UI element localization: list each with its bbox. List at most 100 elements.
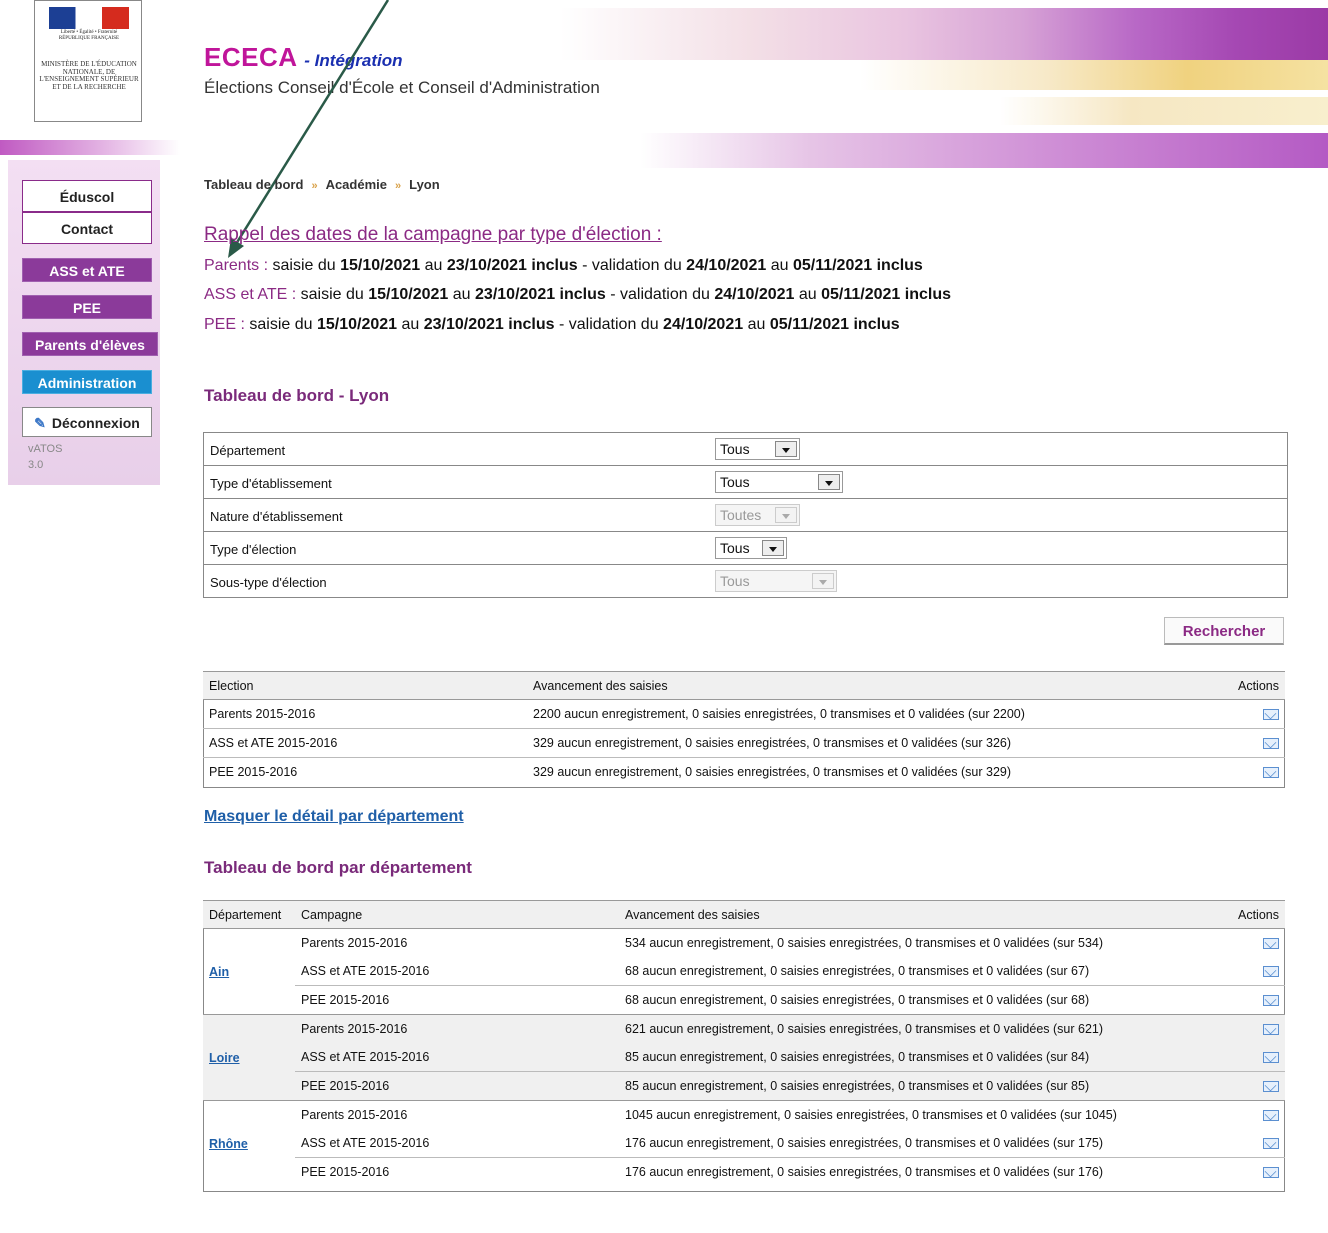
sidebar-item-pee[interactable]: PEE: [22, 295, 152, 319]
envelope-icon[interactable]: [1263, 995, 1279, 1007]
text: au: [770, 257, 789, 274]
department-dashboard-title: Tableau de bord par département: [204, 858, 472, 877]
dropdown-arrow-icon: [762, 540, 784, 556]
campaign-cell: ASS et ATE 2015-2016: [295, 957, 619, 986]
actions-cell: [1213, 957, 1285, 986]
department-link-loire[interactable]: Loire: [209, 1051, 240, 1065]
select-value: Tous: [720, 474, 750, 490]
election-type-select[interactable]: Tous: [715, 537, 787, 559]
date: 15/10/2021: [340, 257, 421, 274]
dropdown-arrow-icon: [775, 441, 797, 457]
campaign-cell: Parents 2015-2016: [295, 1014, 619, 1043]
select-value: Toutes: [720, 507, 762, 523]
campaign-dates-line: PEE : saisie du 15/10/2021 au 23/10/2021…: [204, 316, 900, 334]
date: 24/10/2021: [686, 257, 767, 274]
envelope-icon[interactable]: [1263, 767, 1279, 779]
text: saisie du: [249, 316, 313, 333]
logout-button[interactable]: ✎ Déconnexion: [22, 407, 152, 437]
app-title: ECECA - Intégration: [204, 42, 403, 73]
column-header: Actions: [1213, 671, 1285, 700]
date: 05/11/2021 inclus: [769, 316, 900, 333]
text: - validation du: [558, 316, 659, 333]
text: au: [452, 286, 471, 303]
dropdown-arrow-icon: [818, 474, 840, 490]
sidebar-item-ass-ate[interactable]: ASS et ATE: [22, 258, 152, 282]
envelope-icon[interactable]: [1263, 1024, 1279, 1036]
text: au: [424, 257, 443, 274]
envelope-icon[interactable]: [1263, 1052, 1279, 1064]
sidebar-item-contact[interactable]: Contact: [22, 212, 152, 244]
table-row: ASS et ATE 2015-2016 68 aucun enregistre…: [203, 957, 1285, 986]
column-header: Election: [203, 671, 527, 700]
column-header: Avancement des saisies: [619, 900, 1213, 929]
actions-cell: [1213, 1071, 1285, 1101]
table-row: Ain Parents 2015-2016 534 aucun enregist…: [203, 928, 1285, 1015]
actions-cell: [1213, 1129, 1285, 1158]
search-button[interactable]: Rechercher: [1164, 617, 1284, 645]
table-row: ASS et ATE 2015-2016 176 aucun enregistr…: [203, 1129, 1285, 1158]
actions-cell: [1213, 1158, 1285, 1187]
header-decoration: [560, 8, 1328, 60]
breadcrumb-item[interactable]: Tableau de bord: [204, 177, 303, 192]
header-decoration: [860, 60, 1328, 90]
sidebar-item-parents[interactable]: Parents d'élèves: [22, 332, 158, 356]
actions-cell: [1213, 1014, 1285, 1043]
sidebar-item-eduscol[interactable]: Éduscol: [22, 180, 152, 212]
envelope-icon[interactable]: [1263, 738, 1279, 750]
text: saisie du: [300, 286, 364, 303]
envelope-icon[interactable]: [1263, 1081, 1279, 1093]
election-cell: ASS et ATE 2015-2016: [203, 728, 527, 758]
sidebar-item-administration[interactable]: Administration: [22, 370, 152, 394]
progress-cell: 85 aucun enregistrement, 0 saisies enreg…: [619, 1043, 1213, 1072]
hide-department-detail-link[interactable]: Masquer le détail par département: [204, 808, 464, 826]
department-table: Département Campagne Avancement des sais…: [203, 900, 1285, 1186]
column-header: Actions: [1213, 900, 1285, 929]
text: - validation du: [610, 286, 710, 303]
actions-cell: [1213, 758, 1285, 787]
progress-cell: 1045 aucun enregistrement, 0 saisies enr…: [625, 1108, 1117, 1122]
progress-cell: 329 aucun enregistrement, 0 saisies enre…: [527, 728, 1213, 758]
text: - validation du: [582, 257, 682, 274]
election-subtype-select: Tous: [715, 570, 837, 592]
date: 23/10/2021 inclus: [475, 286, 606, 303]
establishment-type-select[interactable]: Tous: [715, 471, 843, 493]
campaign-cell: Parents 2015-2016: [301, 936, 408, 950]
text: au: [747, 316, 766, 333]
table-row: Rhône Parents 2015-2016 1045 aucun enreg…: [203, 1101, 1285, 1151]
envelope-icon[interactable]: [1263, 938, 1279, 950]
election-cell: PEE 2015-2016: [209, 765, 298, 779]
campaign-type-label: PEE :: [204, 316, 245, 333]
filter-row-establishment-nature: Nature d'établissement Toutes: [204, 499, 1287, 532]
envelope-icon[interactable]: [1263, 966, 1279, 978]
date: 05/11/2021 inclus: [821, 286, 951, 303]
campaign-dates-line: Parents : saisie du 15/10/2021 au 23/10/…: [204, 257, 923, 275]
app-environment: - Intégration: [304, 51, 403, 70]
campaign-dates-line: ASS et ATE : saisie du 15/10/2021 au 23/…: [204, 286, 951, 304]
actions-cell: [1213, 1043, 1285, 1072]
department-link-rhone[interactable]: Rhône: [209, 1137, 248, 1151]
filter-row-election-type: Type d'élection Tous: [204, 532, 1287, 565]
table-row: PEE 2015-2016 68 aucun enregistrement, 0…: [203, 985, 1285, 1015]
dropdown-arrow-icon: [812, 573, 834, 589]
dashboard-title: Tableau de bord - Lyon: [204, 386, 390, 405]
double-chevron-icon: »: [311, 180, 318, 192]
column-header: Département: [203, 900, 295, 929]
breadcrumb-item[interactable]: Académie: [326, 177, 387, 192]
envelope-icon[interactable]: [1263, 1110, 1279, 1122]
progress-cell: 176 aucun enregistrement, 0 saisies enre…: [619, 1129, 1213, 1158]
date: 23/10/2021 inclus: [423, 316, 555, 333]
table-row: ASS et ATE 2015-2016 329 aucun enregistr…: [203, 728, 1285, 758]
department-link-ain[interactable]: Ain: [209, 965, 229, 979]
progress-cell: 2200 aucun enregistrement, 0 saisies enr…: [527, 699, 1213, 729]
table-row: Loire Parents 2015-2016 621 aucun enregi…: [203, 1014, 1285, 1101]
column-header: Avancement des saisies: [527, 671, 1213, 700]
ministry-name: MINISTÈRE DE L'ÉDUCATION NATIONALE, DE L…: [39, 60, 139, 91]
envelope-icon[interactable]: [1263, 709, 1279, 721]
date: 24/10/2021: [663, 316, 744, 333]
table-row: PEE 2015-2016 176 aucun enregistrement, …: [203, 1158, 1285, 1187]
double-chevron-icon: »: [394, 180, 402, 192]
envelope-icon[interactable]: [1263, 1167, 1279, 1179]
version-number: 3.0: [28, 459, 44, 471]
department-select[interactable]: Tous: [715, 438, 800, 460]
envelope-icon[interactable]: [1263, 1138, 1279, 1150]
